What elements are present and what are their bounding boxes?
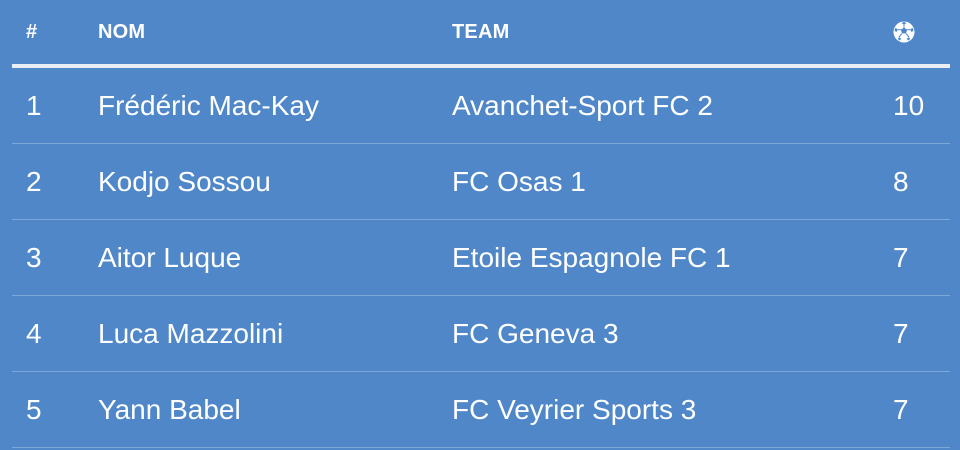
table-row: 3 Aitor Luque Etoile Espagnole FC 1 7 bbox=[12, 220, 950, 296]
table-row: 1 Frédéric Mac-Kay Avanchet-Sport FC 2 1… bbox=[12, 68, 950, 144]
soccer-ball-icon bbox=[893, 21, 915, 43]
table-row: 5 Yann Babel FC Veyrier Sports 3 7 bbox=[12, 372, 950, 448]
team-cell: FC Osas 1 bbox=[452, 166, 586, 197]
player-name-cell: Yann Babel bbox=[98, 394, 241, 425]
rank-header: # bbox=[26, 21, 38, 43]
table-header: # NOM TEAM bbox=[12, 0, 950, 64]
player-name-cell: Luca Mazzolini bbox=[98, 318, 284, 349]
rank-cell: 5 bbox=[26, 394, 42, 425]
table-row: 2 Kodjo Sossou FC Osas 1 8 bbox=[12, 144, 950, 220]
scorers-table: # NOM TEAM 1 Frédéric Mac-Kay Avanchet-S… bbox=[0, 0, 960, 450]
rank-cell: 1 bbox=[26, 90, 42, 121]
player-name-cell: Aitor Luque bbox=[98, 242, 242, 273]
player-name-cell: Kodjo Sossou bbox=[98, 166, 271, 197]
rank-cell: 2 bbox=[26, 166, 42, 197]
goals-cell: 7 bbox=[893, 242, 909, 273]
goals-cell: 7 bbox=[893, 394, 909, 425]
player-name-cell: Frédéric Mac-Kay bbox=[98, 90, 319, 121]
goals-cell: 10 bbox=[893, 90, 925, 121]
team-cell: FC Geneva 3 bbox=[452, 318, 619, 349]
goals-cell: 8 bbox=[893, 166, 909, 197]
team-cell: FC Veyrier Sports 3 bbox=[452, 394, 697, 425]
team-cell: Etoile Espagnole FC 1 bbox=[452, 242, 731, 273]
goals-cell: 7 bbox=[893, 318, 909, 349]
name-header: NOM bbox=[98, 21, 146, 43]
table-row: 4 Luca Mazzolini FC Geneva 3 7 bbox=[12, 296, 950, 372]
team-cell: Avanchet-Sport FC 2 bbox=[452, 90, 713, 121]
rank-cell: 3 bbox=[26, 242, 42, 273]
rank-cell: 4 bbox=[26, 318, 42, 349]
team-header: TEAM bbox=[452, 21, 510, 43]
